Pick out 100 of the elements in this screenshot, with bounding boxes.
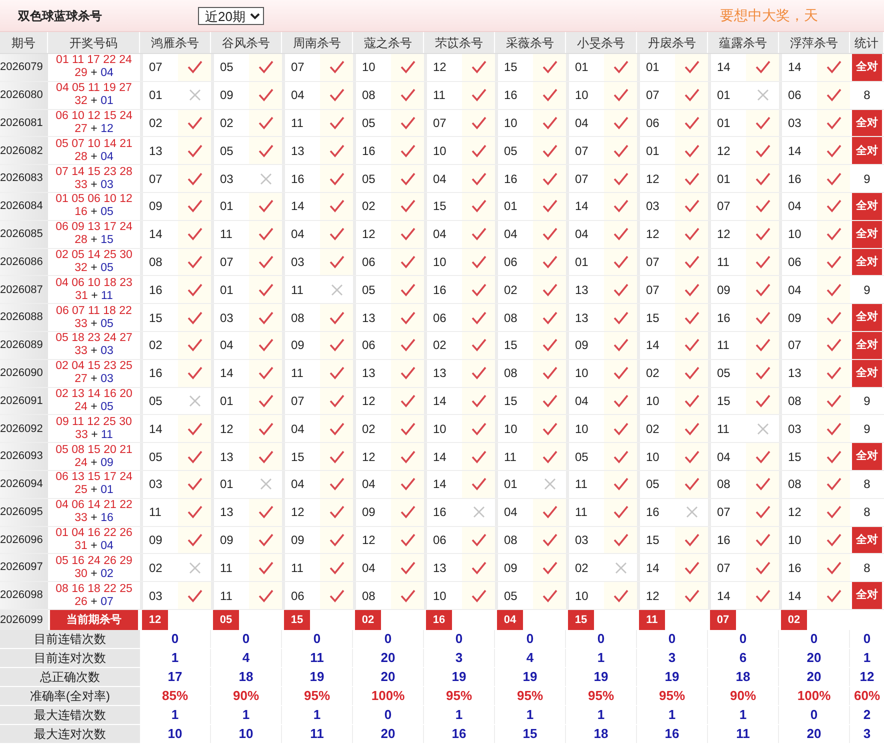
check-icon (400, 116, 416, 130)
check-icon (400, 88, 416, 102)
cross-icon (260, 478, 272, 490)
stat-cell: 全对 (852, 248, 882, 276)
cross-icon (686, 506, 698, 518)
kill-number: 09 (574, 337, 590, 354)
check-icon (684, 310, 700, 325)
check-icon (400, 394, 416, 408)
kill-number: 08 (148, 254, 164, 271)
kill-number: 01 (574, 254, 590, 271)
check-icon (258, 338, 274, 352)
stat-cell-text: 9 (862, 392, 872, 410)
check-icon (612, 588, 628, 603)
kill-number: 10 (361, 59, 376, 76)
summary-value: 0 (424, 630, 495, 648)
check-icon (400, 588, 416, 603)
check-icon (400, 254, 416, 269)
summary-value: 1 (862, 649, 872, 667)
check-icon (328, 199, 344, 214)
check-icon (754, 144, 770, 158)
kill-number: 11 (716, 420, 730, 438)
check-icon (258, 366, 274, 380)
check-icon (754, 227, 770, 242)
kill-number: 06 (432, 310, 448, 327)
summary-value: 11 (708, 724, 779, 743)
kill-number: 08 (290, 310, 306, 327)
check-icon (328, 338, 344, 352)
kill-number: 15 (503, 392, 518, 410)
kill-number: 12 (361, 532, 376, 549)
period-cell: 2026079 (0, 54, 48, 81)
kill-number: 15 (716, 392, 732, 410)
summary-value: 1 (140, 648, 211, 667)
kill-number: 02 (645, 365, 660, 382)
kill-number: 01 (219, 476, 234, 494)
kill-number: 13 (148, 142, 164, 160)
check-icon (542, 588, 558, 603)
draw-numbers: 04 05 11 19 27 32 + 01 (55, 82, 133, 109)
kill-number: 09 (361, 504, 376, 522)
stat-cell: 全对 (852, 137, 882, 164)
check-icon (542, 560, 558, 575)
stat-cell: 全对 (852, 526, 882, 554)
kill-number: 03 (290, 254, 306, 271)
kill-number: 06 (787, 254, 802, 271)
kill-number: 15 (787, 448, 802, 466)
kill-number: 10 (574, 365, 590, 382)
check-icon (470, 560, 486, 575)
check-icon (470, 394, 486, 408)
draw-numbers: 05 07 10 14 21 28 + 04 (54, 137, 134, 164)
period-cell: 2026097 (0, 554, 48, 582)
current-kill-number: 11 (639, 610, 665, 630)
kill-number: 14 (290, 198, 306, 216)
kill-number: 13 (361, 310, 376, 327)
check-icon (328, 505, 344, 520)
column-header: 统计 (850, 32, 884, 53)
kill-number: 02 (432, 337, 448, 354)
kill-number: 07 (290, 392, 306, 410)
check-icon (258, 310, 274, 325)
kill-number: 06 (645, 114, 660, 132)
check-icon (470, 450, 486, 464)
notice-text: 要想中大奖，天 (720, 6, 819, 25)
check-icon (542, 394, 558, 408)
kill-number: 12 (361, 226, 376, 244)
check-icon (612, 254, 628, 269)
check-icon (470, 588, 486, 603)
check-icon (754, 172, 770, 186)
kill-number: 11 (503, 448, 518, 466)
kill-number: 02 (148, 337, 164, 354)
summary-value: 1 (708, 706, 779, 724)
kill-number: 04 (219, 337, 234, 354)
range-select[interactable]: 近20期 (198, 6, 264, 24)
summary-value: 0 (140, 630, 211, 648)
check-icon (826, 116, 842, 130)
period-cell: 2026092 (0, 415, 48, 442)
check-icon (328, 366, 344, 380)
check-icon (400, 560, 416, 575)
summary-value: 0 (779, 706, 850, 724)
check-icon (186, 254, 202, 269)
check-icon (470, 199, 486, 214)
column-header: 蕴露杀号 (708, 32, 779, 53)
kill-number: 06 (432, 532, 448, 549)
check-icon (684, 560, 700, 575)
summary-value: 20 (779, 668, 850, 686)
check-icon (754, 477, 770, 492)
summary-value: 1 (424, 706, 495, 724)
column-header: 芣苡杀号 (424, 32, 495, 53)
check-icon (258, 88, 274, 102)
kill-number: 09 (503, 560, 518, 577)
check-icon (258, 282, 274, 297)
kill-number: 16 (290, 170, 306, 188)
check-icon (826, 254, 842, 269)
kill-number: 04 (574, 392, 590, 410)
kill-number: 02 (219, 114, 234, 132)
check-icon (684, 394, 700, 408)
check-icon (826, 172, 842, 186)
kill-number: 07 (574, 170, 590, 188)
period-cell: 2026086 (0, 248, 48, 276)
kill-number: 12 (716, 142, 732, 160)
kill-number: 04 (787, 282, 802, 299)
summary-value: 100% (353, 686, 424, 705)
period-cell: 2026089 (0, 332, 48, 359)
